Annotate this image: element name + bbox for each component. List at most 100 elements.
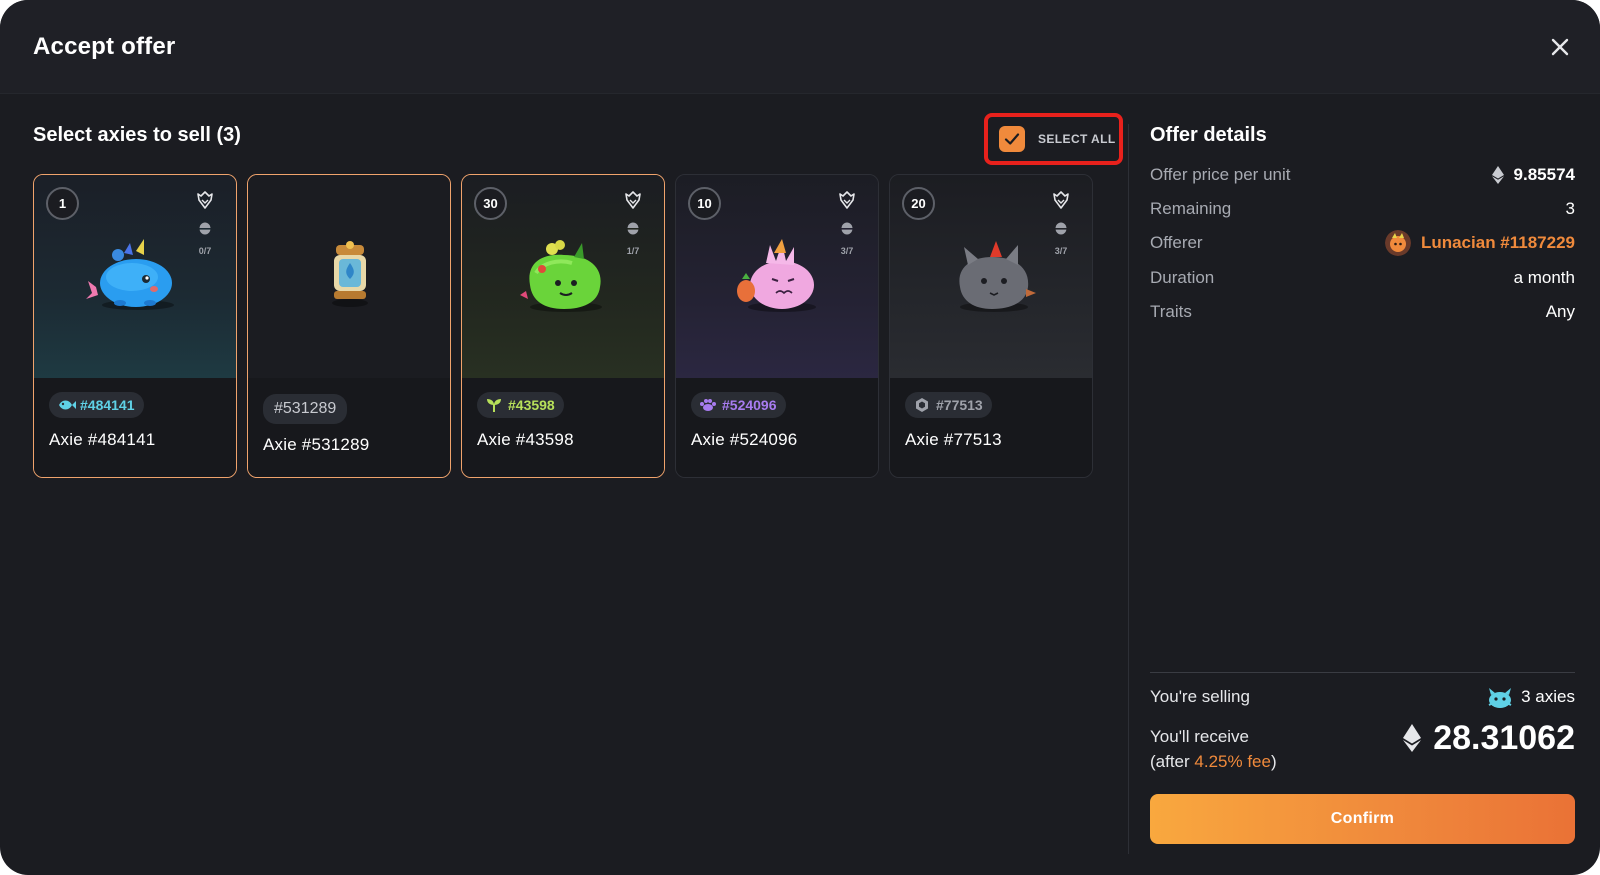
axie-id-pill: #77513 — [905, 392, 992, 418]
modal-header: Accept offer — [0, 0, 1600, 94]
traits-row: Traits Any — [1150, 300, 1575, 324]
receive-label-line2: (after 4.25% fee) — [1150, 749, 1277, 774]
axie-id-pill: #531289 — [263, 394, 348, 424]
accept-offer-modal: Accept offer Select axies to sell (3) SE… — [0, 0, 1600, 875]
breed-egg-icon — [199, 222, 211, 235]
eth-icon — [1491, 166, 1504, 184]
section-title: Select axies to sell (3) — [33, 124, 241, 146]
close-button[interactable] — [1545, 32, 1575, 62]
selling-summary-row: You're selling 3 axies — [1150, 672, 1575, 722]
origin-mark-icon — [197, 191, 213, 209]
offerer-link[interactable]: Lunacian #1187229 — [1384, 230, 1575, 256]
receive-amount-wrap: 28.31062 — [1403, 718, 1575, 758]
offer-price-value-wrap: 9.85574 — [1491, 165, 1575, 185]
axie-id-pill: #524096 — [691, 392, 786, 418]
card-footer: #77513 Axie #77513 — [890, 378, 1092, 477]
receive-label: You'll receive (after 4.25% fee) — [1150, 724, 1277, 774]
axie-id: #524096 — [722, 397, 777, 413]
offer-price-value: 9.85574 — [1513, 165, 1575, 184]
section-divider — [1128, 124, 1129, 854]
select-all-toggle[interactable]: SELECT ALL — [984, 113, 1123, 165]
fee-prefix: (after — [1150, 752, 1195, 771]
offer-price-label: Offer price per unit — [1150, 165, 1291, 184]
breed-count: 3/7 — [1054, 246, 1068, 256]
axie-id-pill: #43598 — [477, 392, 564, 418]
modal-title: Accept offer — [33, 33, 176, 60]
receive-label-line1: You'll receive — [1150, 727, 1250, 746]
mech-hexagon-icon — [916, 398, 928, 412]
origin-mark-icon — [1053, 191, 1069, 209]
offerer-label: Offerer — [1150, 233, 1203, 252]
offerer-name: Lunacian #1187229 — [1420, 233, 1575, 252]
card-art — [248, 175, 450, 378]
axie-card[interactable]: 1 0/7 #484141 Axie #484141 — [33, 174, 237, 478]
eth-icon — [1403, 724, 1422, 752]
egg-lantern-image — [332, 241, 368, 307]
axie-name: Axie #77513 — [905, 430, 1002, 449]
checkmark-icon — [1004, 133, 1020, 145]
axie-id: #531289 — [274, 400, 337, 417]
axie-selection-section: Select axies to sell (3) SELECT ALL 1 0/… — [0, 94, 1130, 875]
axie-name: Axie #484141 — [49, 430, 156, 449]
axie-avatar-image — [737, 239, 816, 312]
breed-egg-icon — [841, 222, 853, 235]
offer-details-title: Offer details — [1150, 124, 1267, 146]
fee-percentage: 4.25% fee — [1194, 752, 1271, 771]
bug-paw-icon — [700, 399, 716, 411]
axie-id: #484141 — [80, 397, 135, 413]
breed-count: 1/7 — [626, 246, 640, 256]
card-art: 30 1/7 — [462, 175, 664, 378]
avatar — [1384, 230, 1411, 256]
breed-egg-icon — [1055, 222, 1067, 235]
breed-count: 0/7 — [198, 246, 212, 256]
select-all-checkbox[interactable] — [999, 126, 1025, 152]
card-art: 20 3/7 — [890, 175, 1092, 378]
axie-id-pill: #484141 — [49, 392, 144, 418]
offer-details-panel: Offer details Offer price per unit 9.855… — [1150, 94, 1575, 875]
axie-count-icon — [1488, 688, 1512, 708]
axie-card[interactable]: 20 3/7 #77513 Axie #77513 — [889, 174, 1093, 478]
remaining-row: Remaining 3 — [1150, 197, 1575, 221]
duration-value: a month — [1513, 268, 1575, 287]
selling-label: You're selling — [1150, 687, 1250, 706]
axie-name: Axie #524096 — [691, 430, 798, 449]
origin-mark-icon — [625, 191, 641, 209]
axie-avatar-image — [86, 239, 174, 310]
axie-name: Axie #43598 — [477, 430, 574, 449]
axie-id: #77513 — [936, 397, 983, 413]
axie-avatar-image — [959, 241, 1036, 312]
card-footer: #484141 Axie #484141 — [34, 378, 236, 477]
level-badge: 1 — [46, 187, 79, 220]
card-footer: #524096 Axie #524096 — [676, 378, 878, 477]
card-footer: #43598 Axie #43598 — [462, 378, 664, 477]
duration-label: Duration — [1150, 268, 1215, 287]
fee-suffix: ) — [1270, 752, 1277, 771]
confirm-button[interactable]: Confirm — [1150, 794, 1575, 844]
duration-row: Duration a month — [1150, 266, 1575, 290]
plant-sprout-icon — [487, 399, 501, 412]
selling-value: 3 axies — [1521, 687, 1575, 706]
axie-name: Axie #531289 — [263, 435, 370, 454]
axie-card[interactable]: 30 1/7 #43598 Axie #43598 — [461, 174, 665, 478]
axie-id: #43598 — [508, 397, 555, 413]
selling-value-wrap: 3 axies — [1485, 685, 1575, 709]
receive-amount: 28.31062 — [1433, 718, 1575, 757]
breed-egg-icon — [627, 222, 639, 235]
card-art: 10 3/7 — [676, 175, 878, 378]
axie-avatar-image — [520, 240, 602, 312]
level-badge: 30 — [474, 187, 507, 220]
offer-price-row: Offer price per unit 9.85574 — [1150, 163, 1575, 187]
axie-card[interactable]: #531289 Axie #531289 — [247, 174, 451, 478]
select-all-label: SELECT ALL — [1038, 132, 1116, 146]
traits-value: Any — [1545, 302, 1575, 321]
aquatic-fish-icon — [59, 400, 76, 410]
origin-mark-icon — [839, 191, 855, 209]
level-badge: 20 — [902, 187, 935, 220]
axie-card[interactable]: 10 3/7 #524096 Axie #524096 — [675, 174, 879, 478]
level-badge: 10 — [688, 187, 721, 220]
remaining-value: 3 — [1565, 199, 1575, 218]
traits-label: Traits — [1150, 302, 1192, 321]
breed-count: 3/7 — [840, 246, 854, 256]
close-icon — [1551, 38, 1569, 56]
offerer-row: Offerer Lunacian #1187229 — [1150, 230, 1575, 256]
